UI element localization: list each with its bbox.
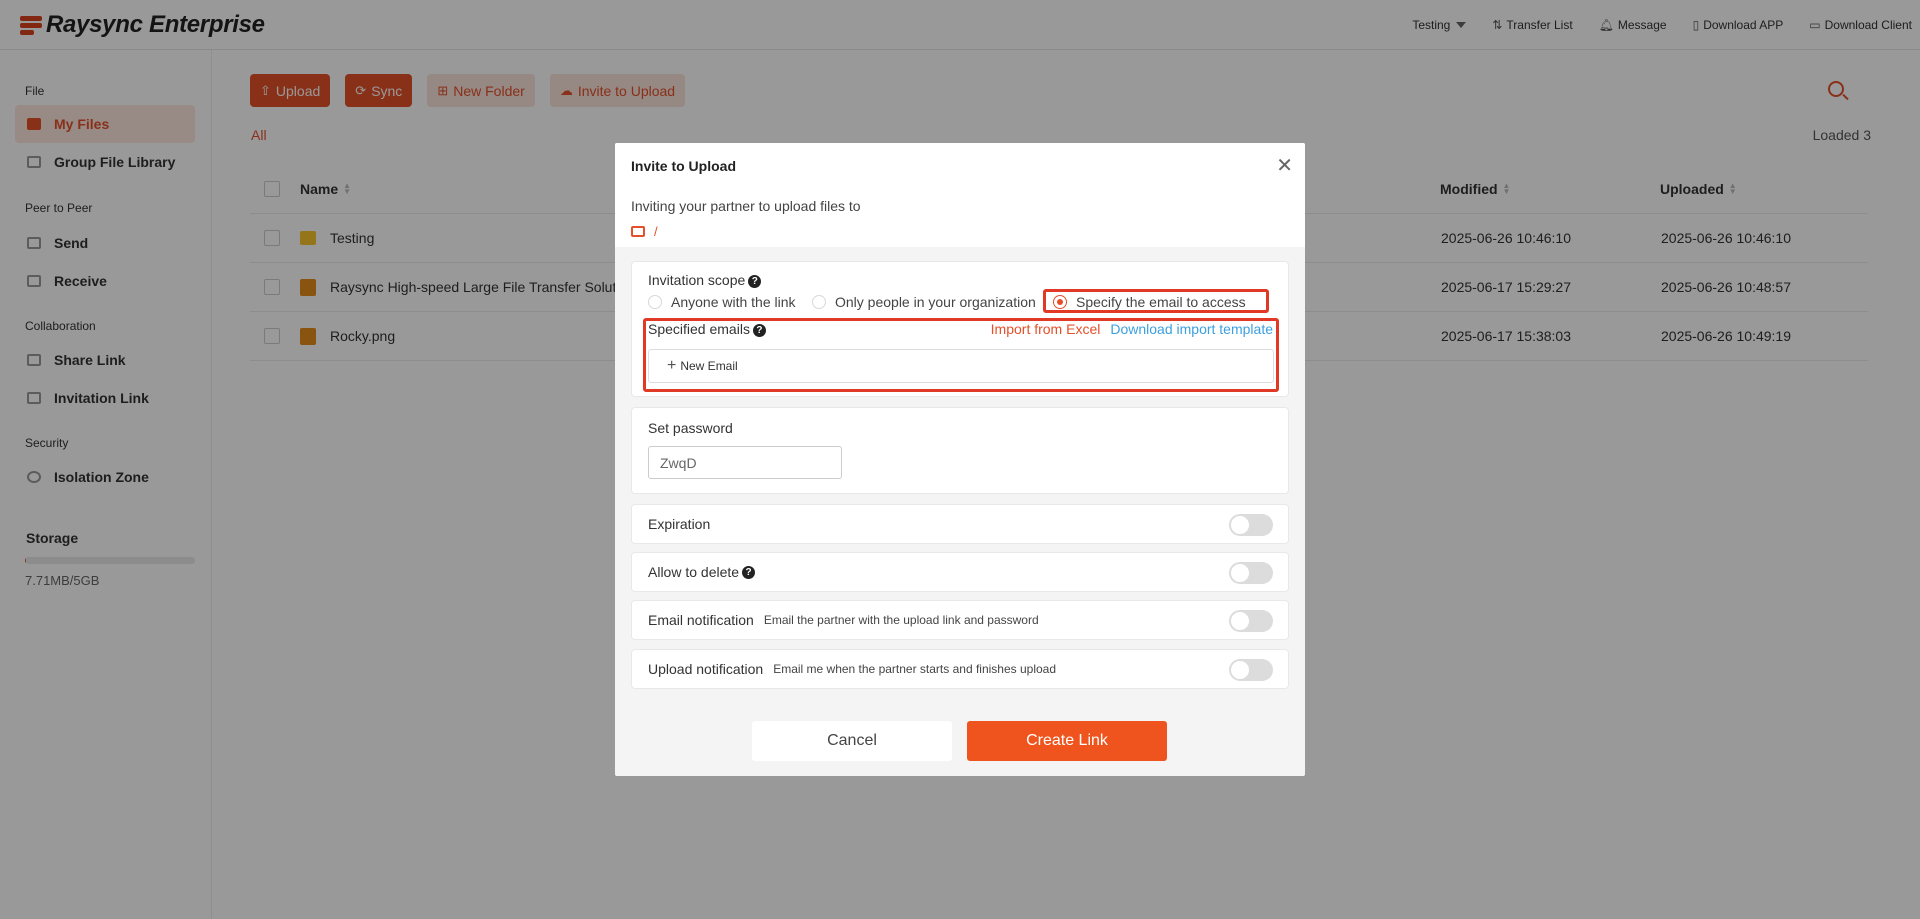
target-path[interactable]: / [631, 224, 658, 239]
folder-icon [631, 226, 645, 237]
allow-delete-card: Allow to delete? [631, 552, 1289, 592]
cancel-button[interactable]: Cancel [752, 721, 952, 761]
radio-label: Anyone with the link [671, 294, 796, 310]
radio-button [648, 295, 662, 309]
path-text: / [654, 224, 658, 239]
email-notification-toggle[interactable] [1229, 610, 1273, 632]
expiration-toggle[interactable] [1229, 514, 1273, 536]
radio-label: Only people in your organization [835, 294, 1036, 310]
email-notification-card: Email notification Email the partner wit… [631, 600, 1289, 640]
expiration-label: Expiration [648, 516, 711, 532]
create-link-button[interactable]: Create Link [967, 721, 1167, 761]
dialog-subtitle: Inviting your partner to upload files to [631, 198, 861, 214]
email-notification-desc: Email the partner with the upload link a… [763, 613, 1039, 627]
dialog-header: Invite to Upload ✕ Inviting your partner… [615, 143, 1305, 247]
radio-anyone-with-link[interactable]: Anyone with the link [648, 294, 796, 310]
expiration-card: Expiration [631, 504, 1289, 544]
password-input[interactable] [648, 446, 842, 479]
invitation-scope-card: Invitation scope? Anyone with the link O… [631, 261, 1289, 397]
help-icon[interactable]: ? [742, 565, 756, 579]
upload-notification-desc: Email me when the partner starts and fin… [773, 662, 1057, 676]
email-notification-label: Email notification [648, 612, 754, 628]
upload-notification-toggle[interactable] [1229, 659, 1273, 681]
radio-button [812, 295, 826, 309]
highlight-box-scope [1043, 289, 1269, 313]
allow-delete-label: Allow to delete [648, 564, 740, 580]
upload-notification-label: Upload notification [648, 661, 764, 677]
password-label: Set password [648, 420, 733, 436]
close-icon[interactable]: ✕ [1276, 153, 1293, 178]
help-icon[interactable]: ? [748, 275, 762, 288]
dialog-title: Invite to Upload [631, 158, 736, 174]
invitation-scope-label: Invitation scope [648, 272, 746, 288]
password-card: Set password [631, 407, 1289, 494]
allow-delete-toggle[interactable] [1229, 562, 1273, 584]
upload-notification-card: Upload notification Email me when the pa… [631, 649, 1289, 689]
highlight-box-emails [643, 318, 1279, 392]
invite-upload-dialog: Invite to Upload ✕ Inviting your partner… [615, 143, 1305, 776]
invitation-scope-label-row: Invitation scope? [648, 272, 762, 288]
radio-organization-only[interactable]: Only people in your organization [812, 294, 1036, 310]
